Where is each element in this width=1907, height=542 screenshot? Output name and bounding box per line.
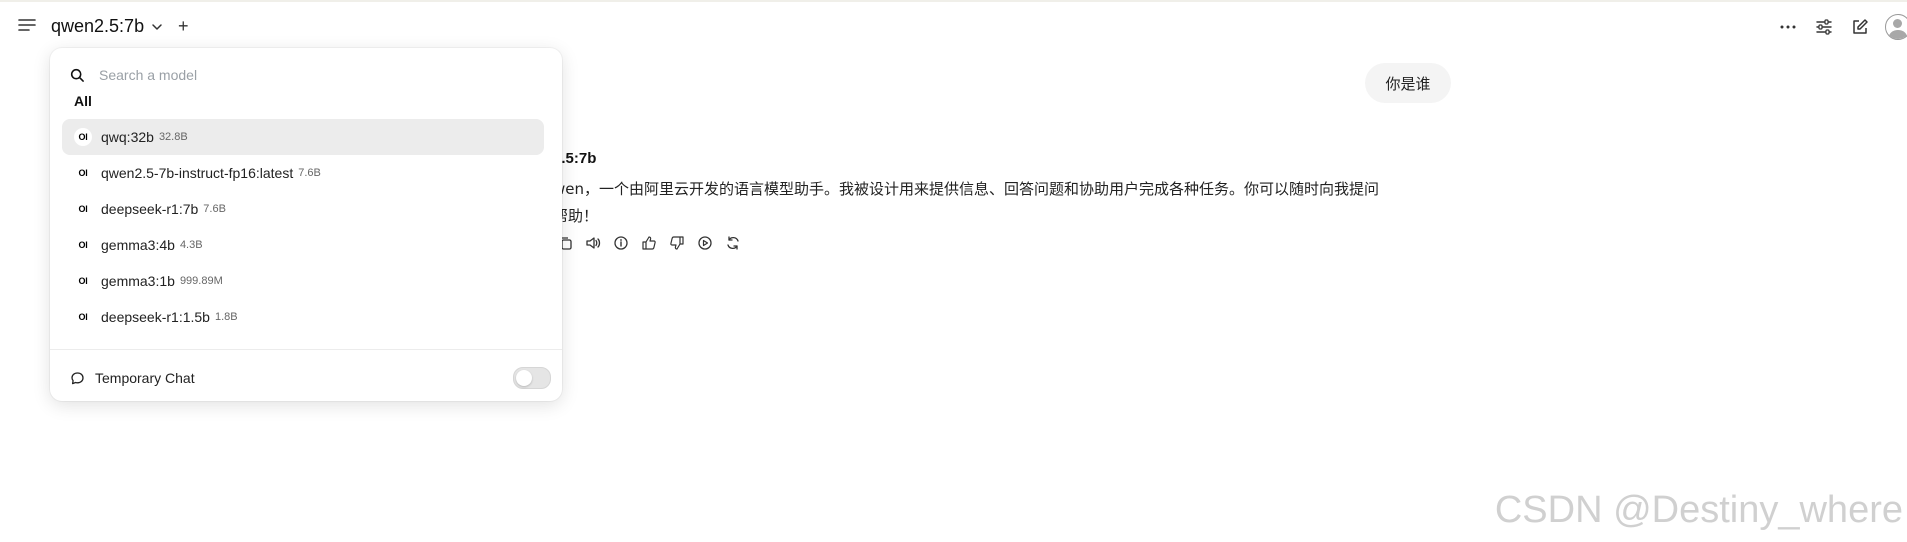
model-list: Ol qwq:32b 32.8B Ol qwen2.5-7b-instruct-fp16… [62,119,544,335]
model-title: qwen2.5:7b [51,16,145,36]
toggle-knob [516,370,532,386]
assistant-message: wen，一个由阿里云开发的语言模型助手。我被设计用来提供信息、回答问题和协助用户… [553,176,1443,230]
ollama-icon: Ol [74,236,92,254]
model-item[interactable]: Ol qwq:32b 32.8B [62,119,544,155]
thumbs-down-icon[interactable] [668,234,686,252]
ollama-icon: Ol [74,200,92,218]
model-size: 4.3B [179,239,203,251]
model-name: qwq:32b [101,129,154,145]
divider [50,349,562,350]
model-dropdown: All Ol qwq:32b 32.8B Ol qwen2.5-7b-instruct-… [50,48,562,401]
model-item[interactable]: Ol deepseek-r1:7b 7.6B [62,191,544,227]
thumbs-up-icon[interactable] [640,234,658,252]
model-size: 7.6B [203,203,226,215]
assistant-message-line-2: 帮助！ [553,207,599,225]
controls-icon[interactable] [1813,16,1835,38]
play-icon[interactable] [696,234,714,252]
model-name: deepseek-r1:1.5b [101,309,210,325]
speaker-icon[interactable] [584,234,602,252]
ollama-icon: Ol [74,128,92,146]
edit-icon[interactable] [1849,16,1871,38]
plus-icon[interactable]: + [178,16,189,36]
search-icon [70,68,84,82]
message-actions [556,234,742,252]
model-item[interactable]: Ol gemma3:4b 4.3B [62,227,544,263]
chat-bubble-icon [71,371,84,384]
temporary-chat-toggle[interactable] [513,367,551,389]
regenerate-icon[interactable] [724,234,742,252]
model-item[interactable]: Ol gemma3:1b 999.89M [62,263,544,299]
more-icon[interactable] [1777,16,1799,38]
model-name: gemma3:1b [101,273,175,289]
menu-icon[interactable] [18,18,36,32]
assistant-message-line-1: wen，一个由阿里云开发的语言模型助手。我被设计用来提供信息、回答问题和协助用户… [553,180,1380,198]
ollama-icon: Ol [74,308,92,326]
ollama-icon: Ol [74,272,92,290]
filter-all[interactable]: All [74,93,92,109]
watermark: CSDN @Destiny_where [1494,489,1903,531]
model-size: 7.6B [298,167,321,179]
info-icon[interactable] [612,234,630,252]
model-name: deepseek-r1:7b [101,201,199,217]
model-item[interactable]: Ol deepseek-r1:1.5b 1.8B [62,299,544,335]
model-size: 999.89M [179,275,223,287]
model-name: qwen2.5-7b-instruct-fp16:latest [101,165,294,181]
temporary-chat-row: Temporary Chat [70,365,551,391]
header-actions [1763,14,1907,40]
model-name: gemma3:4b [101,237,175,253]
temporary-chat-label: Temporary Chat [95,370,195,386]
model-selector[interactable]: qwen2.5:7b [51,16,164,37]
ollama-icon: Ol [74,164,92,182]
model-size: 32.8B [158,131,188,143]
model-size: 1.8B [214,311,238,323]
chevron-down-icon [150,20,164,34]
user-message-bubble: 你是谁 [1365,63,1451,103]
avatar[interactable] [1885,14,1907,40]
model-search-row [70,60,540,90]
top-bar: qwen2.5:7b + [0,2,1907,54]
model-search-input[interactable] [97,66,521,84]
model-item[interactable]: Ol qwen2.5-7b-instruct-fp16:latest 7.6B [62,155,544,191]
